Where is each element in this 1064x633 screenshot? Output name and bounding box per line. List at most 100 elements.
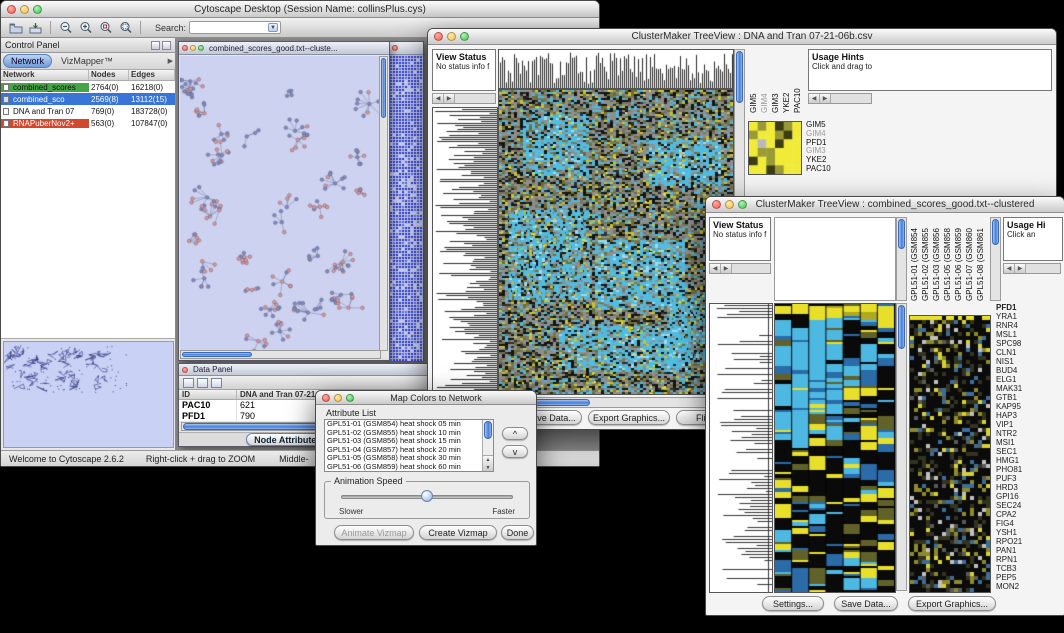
gene-label[interactable]: HMG1 bbox=[996, 456, 1062, 465]
network-row[interactable]: combined_scores 2764(0) 16218(0) bbox=[1, 81, 175, 93]
minimize-button[interactable] bbox=[20, 5, 29, 14]
close-button[interactable] bbox=[7, 5, 16, 14]
column-label[interactable]: GPL51-03 (GSM856 bbox=[931, 217, 942, 301]
gene-label[interactable]: PAN1 bbox=[996, 546, 1062, 555]
gene-label[interactable]: PEP5 bbox=[996, 573, 1062, 582]
gene-label[interactable]: MON2 bbox=[996, 582, 1062, 591]
expression-heatmap[interactable] bbox=[498, 89, 734, 395]
horizontal-scrollbar[interactable]: ◀▶ bbox=[1003, 263, 1061, 274]
gene-label[interactable]: MSL1 bbox=[996, 330, 1062, 339]
animate-vizmap-button[interactable]: Animate Vizmap bbox=[334, 525, 414, 540]
data-panel-titlebar[interactable]: Data Panel bbox=[179, 364, 429, 376]
minimize-button[interactable] bbox=[725, 200, 734, 209]
minimize-button[interactable] bbox=[334, 394, 342, 402]
network-row-selected[interactable]: combined_sco 2569(8) 13112(15) bbox=[1, 93, 175, 105]
create-attribute-icon[interactable] bbox=[197, 378, 208, 388]
gene-label[interactable]: NIS1 bbox=[996, 357, 1062, 366]
gene-label[interactable]: CLN1 bbox=[996, 348, 1062, 357]
zoom-button[interactable] bbox=[738, 200, 747, 209]
correlation-matrix[interactable] bbox=[748, 121, 802, 175]
gene-label[interactable]: PHO81 bbox=[996, 465, 1062, 474]
settings-button[interactable]: Settings... bbox=[762, 596, 824, 611]
tab-overflow-icon[interactable]: ▶ bbox=[168, 57, 173, 65]
array-label[interactable]: PAC10 bbox=[792, 49, 803, 113]
column-label[interactable]: GPL51-08 (GSM861 bbox=[975, 217, 986, 301]
expression-heatmap[interactable] bbox=[774, 303, 896, 593]
gene-label[interactable]: MAK31 bbox=[996, 384, 1062, 393]
zoom-selected-button[interactable] bbox=[97, 20, 114, 36]
horizontal-scrollbar[interactable]: ◀▶ bbox=[432, 93, 496, 104]
gene-label[interactable]: CPA2 bbox=[996, 510, 1062, 519]
network-row[interactable]: RNAPuberNov2+ 563(0) 107847(0) bbox=[1, 117, 175, 129]
gene-label[interactable]: SEC1 bbox=[996, 447, 1062, 456]
gene-label[interactable]: VIP1 bbox=[996, 420, 1062, 429]
export-graphics-button[interactable]: Export Graphics... bbox=[588, 410, 670, 425]
column-label[interactable]: GPL51-07 (GSM860 bbox=[964, 217, 975, 301]
network-canvas-2[interactable] bbox=[389, 55, 423, 361]
zoom-button[interactable] bbox=[33, 5, 42, 14]
import-network-button[interactable] bbox=[27, 20, 44, 36]
gene-label[interactable]: BUD4 bbox=[996, 366, 1062, 375]
network-view-window-2[interactable] bbox=[388, 41, 424, 361]
vertical-scrollbar[interactable] bbox=[896, 303, 907, 591]
attribute-list-item[interactable]: GPL51-06 (GSM859) heat shock 60 min bbox=[325, 463, 493, 472]
close-button[interactable] bbox=[712, 200, 721, 209]
gene-label[interactable]: PUF3 bbox=[996, 474, 1062, 483]
export-graphics-button[interactable]: Export Graphics... bbox=[908, 596, 996, 611]
zoom-button[interactable] bbox=[346, 394, 354, 402]
vertical-scrollbar[interactable] bbox=[379, 56, 388, 351]
gene-label[interactable]: KAP95 bbox=[996, 402, 1062, 411]
tab-vizmapper[interactable]: VizMapper™ bbox=[54, 55, 120, 67]
column-label[interactable]: GPL51-01 (GSM854 bbox=[909, 217, 920, 301]
speed-slider-thumb[interactable] bbox=[421, 490, 433, 502]
gene-label[interactable]: YSH1 bbox=[996, 528, 1062, 537]
network-view-titlebar[interactable]: combined_scores_good.txt--cluste... bbox=[179, 42, 389, 55]
create-vizmap-button[interactable]: Create Vizmap bbox=[419, 525, 497, 540]
network-canvas[interactable] bbox=[180, 56, 381, 351]
gene-label[interactable]: RPN1 bbox=[996, 555, 1062, 564]
gene-label[interactable]: PAC10 bbox=[806, 165, 850, 174]
column-label[interactable]: GPL51-05 (GSM858 bbox=[942, 217, 953, 301]
birdseye-view[interactable] bbox=[3, 341, 174, 448]
gene-label[interactable]: RPO21 bbox=[996, 537, 1062, 546]
search-input[interactable]: ▼ bbox=[189, 21, 281, 34]
save-data-button[interactable]: Save Data... bbox=[834, 596, 898, 611]
array-label[interactable]: GIM3 bbox=[770, 49, 781, 113]
move-down-button[interactable]: v bbox=[502, 445, 528, 458]
column-label[interactable]: GPL51-02 (GSM855 bbox=[920, 217, 931, 301]
horizontal-scrollbar[interactable]: ◀▶ bbox=[808, 93, 872, 104]
array-label[interactable]: GIM5 bbox=[748, 49, 759, 113]
tab-network[interactable]: Network bbox=[3, 54, 52, 68]
column-label[interactable]: GPL51-06 (GSM859 bbox=[953, 217, 964, 301]
zoom-in-button[interactable] bbox=[77, 20, 94, 36]
gene-label[interactable]: GPI16 bbox=[996, 492, 1062, 501]
gene-dendrogram[interactable] bbox=[432, 107, 498, 395]
done-button[interactable]: Done bbox=[501, 525, 534, 540]
select-attributes-icon[interactable] bbox=[183, 378, 194, 388]
gene-label[interactable]: ELG1 bbox=[996, 375, 1062, 384]
array-label[interactable]: GIM4 bbox=[759, 49, 770, 113]
vertical-scrollbar[interactable]: ▲▼ bbox=[482, 420, 493, 471]
gene-label[interactable]: HAP3 bbox=[996, 411, 1062, 420]
float-panel-icon[interactable] bbox=[151, 41, 160, 50]
close-button[interactable] bbox=[434, 32, 443, 41]
zoom-out-button[interactable] bbox=[57, 20, 74, 36]
treeview-combined-titlebar[interactable]: ClusterMaker TreeView : combined_scores_… bbox=[706, 197, 1064, 213]
gene-label[interactable]: NTR2 bbox=[996, 429, 1062, 438]
move-up-button[interactable]: ^ bbox=[502, 427, 528, 440]
close-button[interactable] bbox=[322, 394, 330, 402]
close-panel-icon[interactable] bbox=[162, 41, 171, 50]
gene-label[interactable]: RNR4 bbox=[996, 321, 1062, 330]
gene-label[interactable]: SPC98 bbox=[996, 339, 1062, 348]
gene-label[interactable]: YRA1 bbox=[996, 312, 1062, 321]
zoom-button[interactable] bbox=[460, 32, 469, 41]
minimize-icon[interactable] bbox=[190, 45, 196, 51]
gene-label[interactable]: MSI1 bbox=[996, 438, 1062, 447]
treeview-dna-titlebar[interactable]: ClusterMaker TreeView : DNA and Tran 07-… bbox=[428, 29, 1056, 45]
close-icon[interactable] bbox=[182, 45, 188, 51]
gene-label[interactable]: PFD1 bbox=[996, 303, 1062, 312]
horizontal-scrollbar[interactable]: ◀▶ bbox=[709, 263, 771, 274]
gene-label[interactable]: SEC24 bbox=[996, 501, 1062, 510]
array-dendrogram[interactable] bbox=[498, 49, 734, 89]
network-tree-area[interactable] bbox=[1, 129, 175, 338]
